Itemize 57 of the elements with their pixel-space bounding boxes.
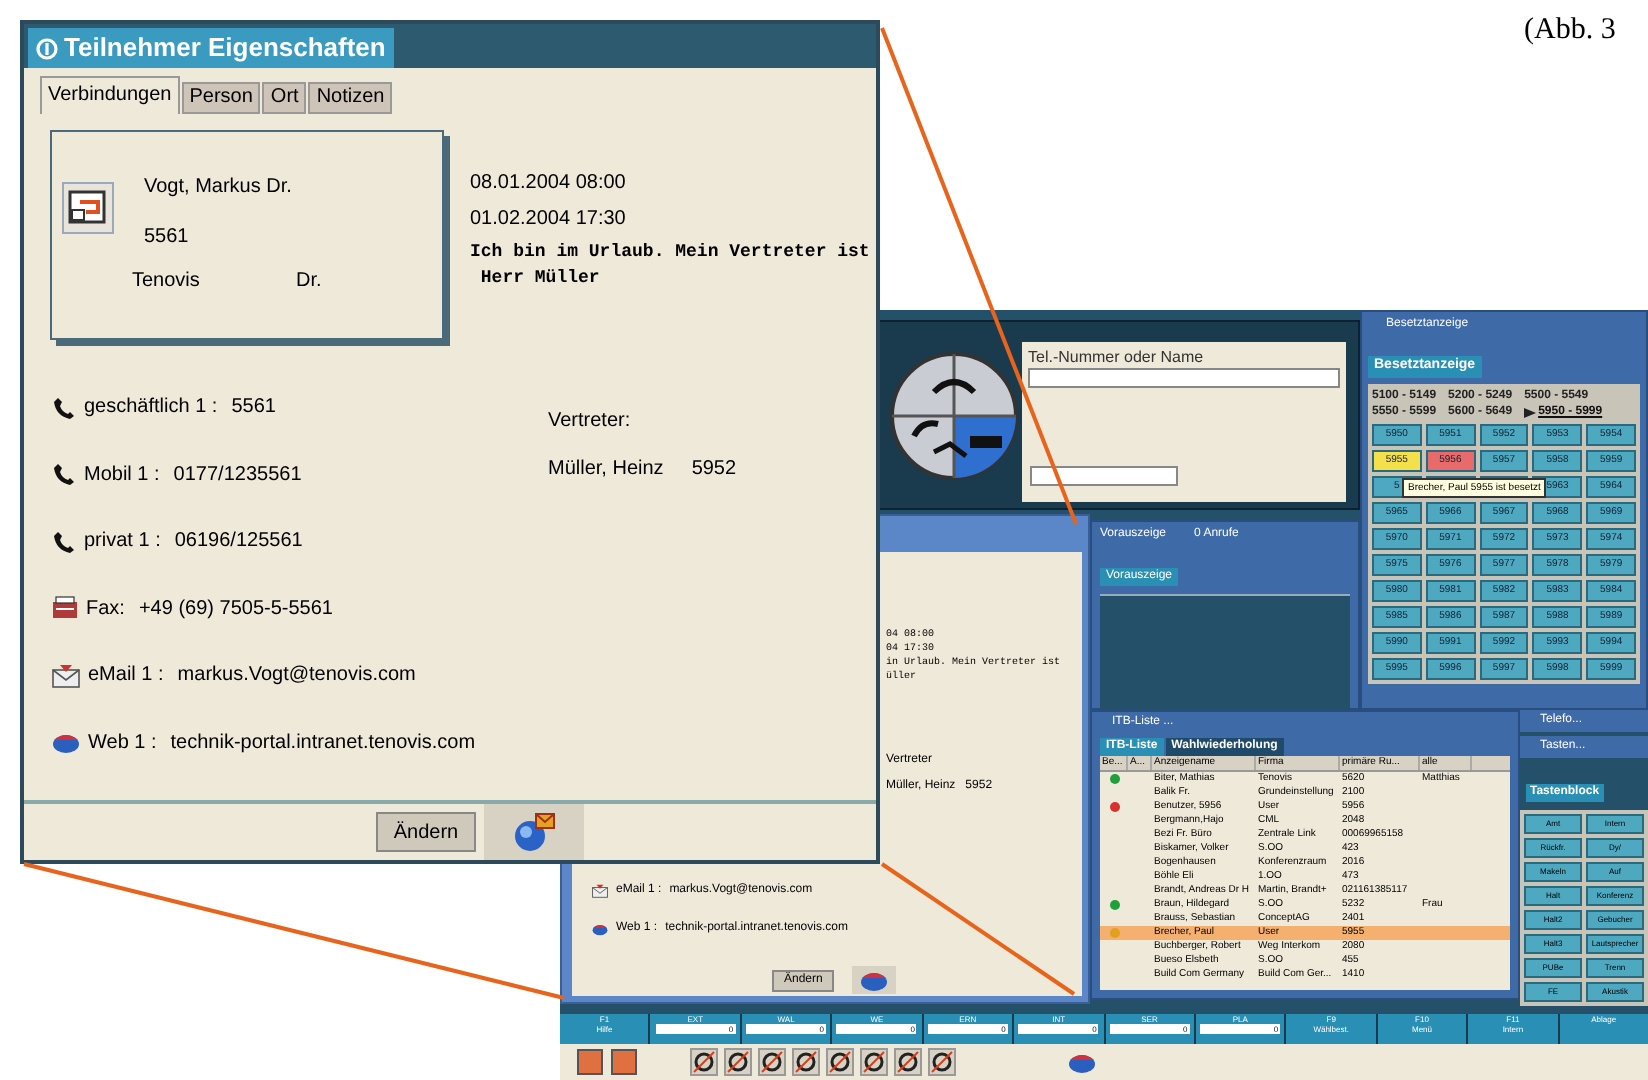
info-icon	[36, 37, 58, 59]
field-value: 5561	[231, 394, 276, 423]
arrow-icon	[1524, 407, 1537, 417]
field-label: Fax:	[86, 595, 125, 624]
globe-icon	[592, 922, 608, 936]
end-date: 01.02.2004 17:30	[470, 206, 628, 234]
mail-globe-icon[interactable]	[484, 804, 585, 860]
company-name: Tenovis	[132, 268, 200, 296]
field-value: +49 (69) 7505-5-5561	[138, 595, 333, 624]
deputy-label: Vertreter:	[548, 408, 631, 436]
tab[interactable]: Person	[181, 82, 261, 114]
phone-icon	[52, 529, 76, 554]
tab[interactable]: Ort	[262, 82, 307, 114]
dial-wheel-icon[interactable]	[890, 352, 1018, 480]
phone-icon	[52, 395, 76, 420]
search-field[interactable]	[1028, 368, 1340, 388]
toolbar-tool-icon[interactable]	[576, 1048, 604, 1076]
field-value: 0177/1235561	[173, 461, 302, 490]
dropdown-field[interactable]	[1030, 466, 1178, 486]
contact-number: 5561	[144, 224, 189, 252]
toolbar-tool-icon[interactable]	[792, 1048, 820, 1076]
forward-icon	[62, 182, 114, 234]
fax-icon	[52, 596, 78, 621]
field-value: 06196/125561	[174, 528, 303, 557]
start-date: 08.01.2004 08:00	[470, 170, 628, 198]
envelope-icon	[592, 884, 608, 898]
field-label: eMail 1 :	[88, 662, 164, 691]
envelope-icon	[52, 663, 80, 688]
phone-icon	[52, 462, 76, 487]
academic-title: Dr.	[296, 268, 322, 296]
toolbar-tool-icon[interactable]	[610, 1048, 638, 1076]
window-title-text: Teilnehmer Eigenschaften	[64, 30, 386, 67]
contact-name: Vogt, Markus Dr.	[144, 174, 292, 202]
mail-globe-icon[interactable]	[852, 966, 896, 994]
absence-message: Ich bin im Urlaub. Mein Vertreter ist Herr Müller	[470, 240, 870, 292]
field-label: geschäftlich 1 :	[84, 394, 218, 423]
toolbar-tool-icon[interactable]	[860, 1048, 888, 1076]
field-label: privat 1 :	[84, 528, 161, 557]
deputy-name: Müller, Heinz	[548, 456, 664, 484]
field-value: technik-portal.intranet.tenovis.com	[170, 729, 476, 758]
toolbar-tool-icon[interactable]	[724, 1048, 752, 1076]
tab[interactable]: Verbindungen	[40, 76, 180, 114]
deputy-number: 5952	[691, 456, 737, 484]
globe-icon[interactable]	[1068, 1050, 1096, 1074]
toolbar-tool-icon[interactable]	[894, 1048, 922, 1076]
search-label: Tel.-Nummer oder Name	[1028, 348, 1206, 368]
figure-caption: (Abb. 3	[1524, 12, 1616, 50]
change-button[interactable]: Ändern	[375, 812, 477, 852]
field-label: Web 1 :	[88, 729, 157, 758]
field-value: markus.Vogt@tenovis.com	[177, 662, 416, 691]
toolbar-tool-icon[interactable]	[928, 1048, 956, 1076]
toolbar-tool-icon[interactable]	[826, 1048, 854, 1076]
toolbar-tool-icon[interactable]	[758, 1048, 786, 1076]
toolbar-tool-icon[interactable]	[690, 1048, 718, 1076]
field-label: Mobil 1 :	[84, 461, 160, 490]
tab[interactable]: Notizen	[308, 82, 393, 114]
globe-icon	[52, 730, 80, 755]
